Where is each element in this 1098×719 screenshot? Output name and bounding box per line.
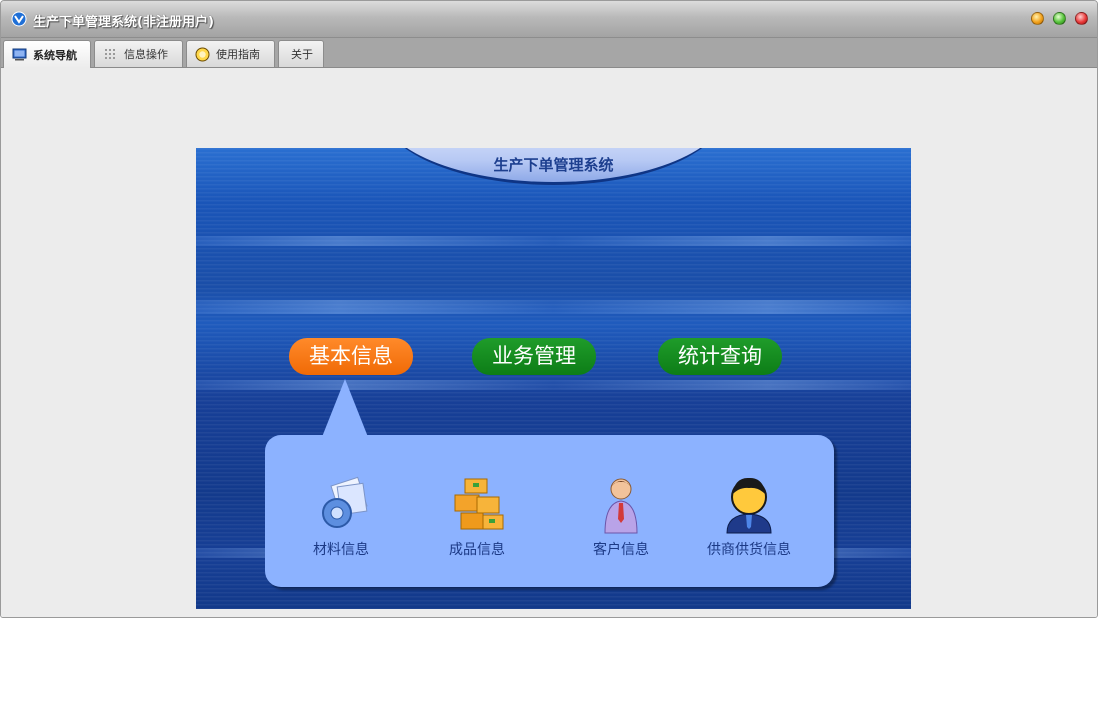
tab-label: 使用指南 <box>216 48 260 61</box>
maximize-button[interactable] <box>1053 12 1066 25</box>
category-basic-info[interactable]: 基本信息 <box>289 338 413 375</box>
item-label: 材料信息 <box>313 542 369 558</box>
boxes-icon <box>454 478 504 530</box>
submenu-bubble: 材料信息 成品信息 客户信息 供商供货信息 <box>265 435 834 587</box>
minimize-button[interactable] <box>1031 12 1044 25</box>
materials-gear-icon <box>322 476 368 528</box>
item-supplier-info[interactable]: 供商供货信息 <box>694 475 804 559</box>
tab-user-guide[interactable]: 使用指南 <box>186 40 275 67</box>
bubble-pointer <box>322 379 368 437</box>
app-window: 生产下单管理系统(非注册用户) 系统导航 信息操作 使用指南 关于 生产下单管理… <box>0 0 1098 618</box>
supplier-person-icon <box>726 477 772 534</box>
item-label: 客户信息 <box>593 542 649 558</box>
monitor-icon <box>12 48 27 61</box>
item-product-info[interactable]: 成品信息 <box>422 475 532 559</box>
category-business-management[interactable]: 业务管理 <box>472 338 596 375</box>
grid-icon <box>105 48 115 59</box>
item-material-info[interactable]: 材料信息 <box>286 475 396 559</box>
tab-label: 信息操作 <box>124 48 168 61</box>
content-area: 生产下单管理系统 基本信息 业务管理 统计查询 材料信息 成品信息 客户信息 供… <box>1 68 1097 617</box>
help-circle-icon <box>195 47 210 61</box>
title-bar: 生产下单管理系统(非注册用户) <box>1 1 1097 38</box>
tab-label: 系统导航 <box>33 48 77 62</box>
tab-bar: 系统导航 信息操作 使用指南 关于 <box>1 38 1097 68</box>
close-button[interactable] <box>1075 12 1088 25</box>
app-logo-icon <box>11 11 27 27</box>
item-label: 成品信息 <box>449 542 505 558</box>
tab-system-navigation[interactable]: 系统导航 <box>3 40 91 68</box>
tab-info-operation[interactable]: 信息操作 <box>94 40 183 67</box>
item-customer-info[interactable]: 客户信息 <box>566 475 676 559</box>
tab-label: 关于 <box>291 48 313 61</box>
panel-title: 生产下单管理系统 <box>493 156 614 174</box>
customer-person-icon <box>604 478 638 534</box>
item-label: 供商供货信息 <box>707 542 791 558</box>
tab-about[interactable]: 关于 <box>278 40 324 67</box>
navigation-panel: 生产下单管理系统 基本信息 业务管理 统计查询 材料信息 成品信息 客户信息 供… <box>196 148 911 609</box>
category-statistics-query[interactable]: 统计查询 <box>658 338 782 375</box>
window-title: 生产下单管理系统(非注册用户) <box>33 15 214 30</box>
